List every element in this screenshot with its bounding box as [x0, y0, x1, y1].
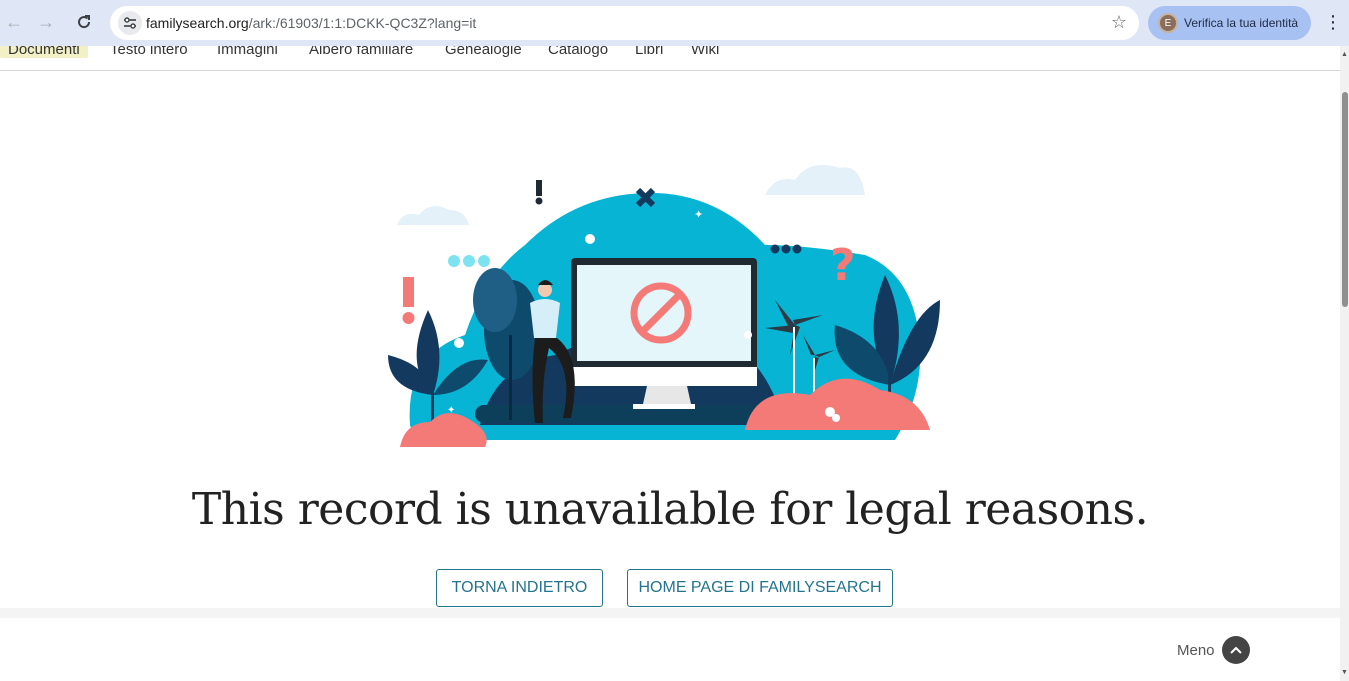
back-button[interactable]: TORNA INDIETRO	[436, 569, 603, 607]
chevron-up-icon	[1230, 646, 1242, 654]
svg-text:✦: ✦	[694, 209, 703, 221]
more-menu-icon[interactable]: ⋮	[1320, 8, 1346, 36]
nav-item-albero-familiare[interactable]: Albero familiare	[309, 46, 413, 58]
scroll-down-arrow-icon[interactable]: ▼	[1340, 668, 1349, 678]
profile-chip[interactable]: E Verifica la tua identità	[1148, 6, 1311, 40]
address-bar[interactable]: familysearch.org/ark:/61903/1:1:DCKK-QC3…	[110, 6, 1139, 40]
nav-item-genealogie[interactable]: Genealogie	[445, 46, 522, 58]
unavailable-record-illustration: ? ✦ ✦	[388, 164, 940, 447]
collapse-footer-button[interactable]	[1222, 636, 1250, 664]
svg-text:✦: ✦	[447, 405, 455, 416]
nav-item-libri[interactable]: Libri	[635, 46, 663, 58]
profile-label: Verifica la tua identità	[1184, 16, 1299, 30]
browser-toolbar: ← → familysearch.org/ark:/61903/1:1:DCKK…	[0, 0, 1349, 46]
exclamation-icon	[535, 180, 543, 205]
forward-arrow-icon[interactable]: →	[32, 8, 60, 36]
scroll-up-arrow-icon[interactable]: ▲	[1340, 50, 1349, 60]
dots-icon	[448, 255, 490, 267]
dots-icon	[770, 244, 802, 254]
footer-divider	[0, 608, 1340, 618]
site-nav: Documenti Testo intero Immagini Albero f…	[0, 46, 1340, 71]
question-mark-icon: ?	[830, 240, 856, 291]
svg-text:?: ?	[830, 240, 856, 291]
reload-icon[interactable]	[70, 8, 98, 36]
exclamation-icon	[402, 277, 415, 324]
nav-item-wiki[interactable]: Wiki	[691, 46, 719, 58]
site-settings-icon[interactable]	[118, 11, 142, 35]
less-label: Meno	[1177, 642, 1215, 659]
bookmark-star-icon[interactable]: ☆	[1111, 12, 1127, 33]
scrollbar-thumb[interactable]	[1342, 92, 1348, 307]
back-arrow-icon[interactable]: ←	[0, 8, 28, 36]
url-text: familysearch.org/ark:/61903/1:1:DCKK-QC3…	[146, 15, 477, 31]
nav-item-immagini[interactable]: Immagini	[217, 46, 278, 58]
page-title: This record is unavailable for legal rea…	[191, 484, 1149, 535]
avatar: E	[1158, 13, 1178, 33]
nav-item-catalogo[interactable]: Catalogo	[548, 46, 608, 58]
nav-item-testo-intero[interactable]: Testo intero	[110, 46, 188, 58]
home-page-button[interactable]: HOME PAGE DI FAMILYSEARCH	[627, 569, 893, 607]
nav-item-documenti[interactable]: Documenti	[0, 46, 88, 58]
